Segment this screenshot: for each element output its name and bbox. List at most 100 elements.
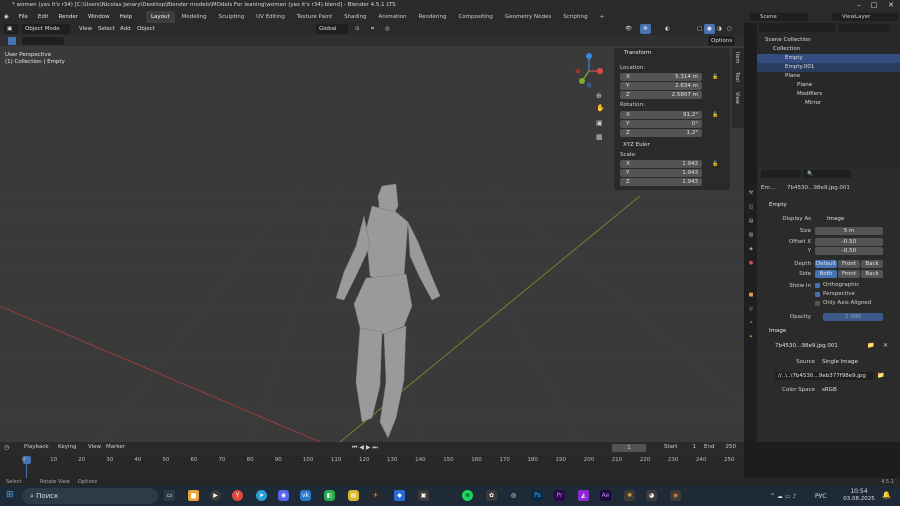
end-frame-field[interactable]: 250 [718, 444, 737, 450]
tab-sculpting[interactable]: Sculpting [214, 11, 250, 23]
clock-time[interactable]: 10:54 [846, 488, 872, 495]
rendered-shading-icon[interactable]: ○ [724, 24, 735, 34]
rotation-z-field[interactable]: Z 1.2° [620, 129, 702, 137]
options-dropdown[interactable]: Options [708, 36, 736, 46]
app-icon[interactable]: ✿ [486, 490, 497, 501]
folder-icon[interactable]: 📁 [877, 372, 884, 379]
overlay-icon[interactable]: ◐ [662, 24, 673, 34]
offset-y-field[interactable]: -0.50 [815, 247, 883, 255]
after-effects-icon[interactable]: Ae [600, 490, 611, 501]
grid-view-icon[interactable]: ▦ [596, 133, 603, 141]
opacity-field[interactable]: 1.000 [823, 313, 883, 321]
output-tab-icon[interactable]: ▤ [747, 218, 755, 225]
chat-app-icon[interactable]: ◧ [324, 490, 335, 501]
depth-back-button[interactable]: Back [861, 260, 883, 268]
outliner-item-plane[interactable]: Plane [757, 72, 900, 81]
capture-icon[interactable]: ▣ [418, 490, 429, 501]
visual-studio-icon[interactable]: ◆ [394, 490, 405, 501]
tab-shading[interactable]: Shading [339, 11, 371, 23]
scene-tab-icon[interactable]: ◈ [747, 246, 755, 253]
lock-icon[interactable]: 🔓 [712, 112, 718, 118]
proportional-icon[interactable]: ◎ [382, 24, 393, 34]
outliner-item-plane-mesh[interactable]: Plane [757, 81, 900, 90]
menu-window[interactable]: Window [84, 11, 114, 23]
editor-type-icon[interactable]: ▣ [4, 24, 18, 34]
outliner-search-input[interactable] [839, 24, 889, 32]
tab-view[interactable]: View [734, 92, 740, 104]
vk-icon[interactable]: vk [300, 490, 311, 501]
folder-icon[interactable]: 📁 [867, 342, 874, 349]
physics-tab-icon[interactable]: ◎ [747, 306, 755, 313]
view-layer-tab-icon[interactable]: ▥ [747, 232, 755, 239]
tab-uv-editing[interactable]: UV Editing [251, 11, 290, 23]
menu-select[interactable]: Select [95, 24, 118, 34]
tab-geometry-nodes[interactable]: Geometry Nodes [500, 11, 556, 23]
windows-start-icon[interactable]: ⊞ [6, 490, 17, 501]
menu-view[interactable]: View [76, 24, 95, 34]
constraints-tab-icon[interactable]: ⚭ [747, 320, 755, 327]
task-view-icon[interactable]: ▭ [164, 490, 175, 501]
lock-icon[interactable]: 🔓 [712, 74, 718, 80]
tab-item[interactable]: Item [734, 52, 740, 63]
media-player-icon[interactable]: ▶ [210, 490, 221, 501]
tab-tool[interactable]: Tool [734, 72, 740, 82]
menu-file[interactable]: File [15, 11, 32, 23]
only-axis-aligned-checkbox[interactable] [815, 301, 820, 306]
discord-icon[interactable]: ◉ [278, 490, 289, 501]
select-box-tool-icon[interactable] [8, 37, 16, 45]
add-workspace-icon[interactable]: + [595, 11, 610, 23]
orthographic-checkbox[interactable] [815, 283, 820, 288]
notification-icon[interactable]: 🔔 [882, 491, 891, 499]
rotation-y-field[interactable]: Y 0° [620, 120, 702, 128]
blender-logo-icon[interactable]: ◉ [0, 11, 13, 23]
pan-hand-icon[interactable]: ✋ [596, 104, 605, 112]
telegram-icon[interactable]: ➤ [256, 490, 267, 501]
tray-icons[interactable]: ^ ☁ ▭ ♪ [770, 493, 796, 500]
depth-default-button[interactable]: Default [815, 260, 837, 268]
perspective-checkbox[interactable] [815, 292, 820, 297]
menu-edit[interactable]: Edit [34, 11, 53, 23]
image-datablock-field[interactable]: 7b4530…98e9.jpg.001 [767, 342, 863, 350]
object-tab-icon[interactable]: ■ [747, 292, 755, 299]
tab-rendering[interactable]: Rendering [413, 11, 451, 23]
visibility-icon[interactable]: 👁 [622, 24, 635, 34]
app-icon[interactable]: ◭ [578, 490, 589, 501]
app-icon[interactable]: ◕ [646, 490, 657, 501]
source-dropdown[interactable]: Single Image [819, 358, 891, 366]
outliner-item-collection[interactable]: Collection [757, 45, 900, 54]
tab-scripting[interactable]: Scripting [558, 11, 592, 23]
zoom-icon[interactable]: ⊕ [596, 92, 602, 100]
pivot-icon[interactable]: ⊙ [352, 24, 363, 34]
tab-compositing[interactable]: Compositing [453, 11, 497, 23]
image-section-title[interactable]: Image [769, 328, 786, 334]
render-tab-icon[interactable]: ◫ [747, 204, 755, 211]
editor-type-icon[interactable]: ◷ [4, 444, 9, 451]
menu-render[interactable]: Render [54, 11, 82, 23]
close-icon[interactable]: ✕ [884, 0, 898, 11]
outliner-filter-bar[interactable] [759, 23, 835, 32]
rotation-x-field[interactable]: X 91.2° [620, 111, 702, 119]
data-tab-icon[interactable]: ✦ [747, 334, 755, 341]
menu-object[interactable]: Object [134, 24, 158, 34]
depth-front-button[interactable]: Front [838, 260, 860, 268]
file-explorer-icon[interactable]: ▆ [188, 490, 199, 501]
tab-animation[interactable]: Animation [373, 11, 411, 23]
scene-selector[interactable]: Scene [750, 13, 808, 21]
image-path-field[interactable]: //..\..\7b4530…9eb377f98e9.jpg [775, 372, 873, 380]
gizmo-toggle-icon[interactable]: ✥ [640, 24, 651, 34]
unlink-icon[interactable]: ✕ [883, 342, 888, 349]
navigation-gizmo[interactable] [570, 51, 608, 91]
premiere-icon[interactable]: Pr [554, 490, 565, 501]
color-space-dropdown[interactable]: sRGB [819, 386, 891, 394]
lock-icon[interactable]: 🔓 [712, 161, 718, 167]
outliner-item-mirror[interactable]: Mirror [757, 99, 900, 108]
size-field[interactable]: 5 m [815, 227, 883, 235]
location-y-field[interactable]: Y 2.634 m [620, 82, 702, 90]
photoshop-icon[interactable]: Ps [532, 490, 543, 501]
properties-search-input[interactable]: 🔍 [803, 170, 851, 178]
playback-controls[interactable]: ⏮ ◀ ▶ ⏭ [352, 444, 378, 452]
blender-taskbar-icon[interactable]: ◉ [670, 490, 681, 501]
start-frame-field[interactable]: 1 [680, 444, 697, 450]
outliner-item-empty[interactable]: Empty [757, 54, 900, 63]
spotify-icon[interactable]: ≋ [462, 490, 473, 501]
